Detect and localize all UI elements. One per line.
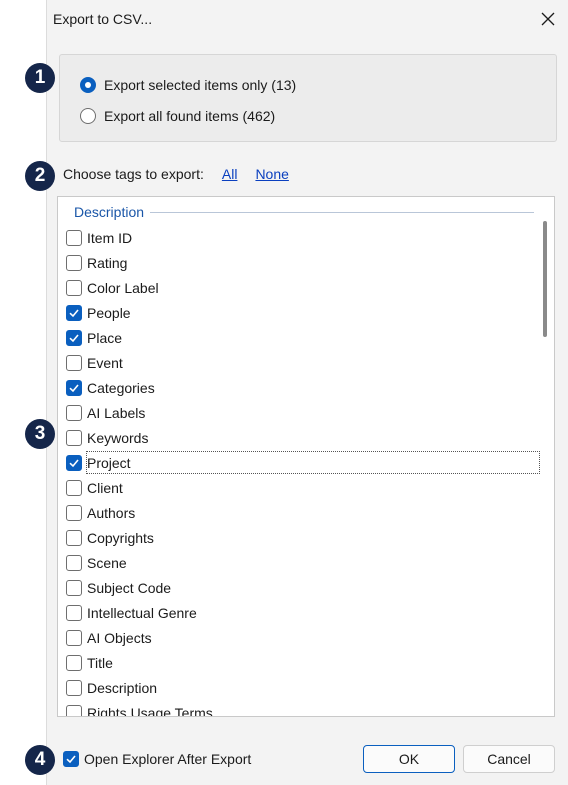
- open-explorer-check: [63, 751, 79, 767]
- tag-checkbox[interactable]: [66, 379, 82, 396]
- tag-checkbox[interactable]: [66, 554, 82, 571]
- choose-tags-row: Choose tags to export: All None: [63, 164, 289, 184]
- export-selected-label: Export selected items only (13): [104, 77, 297, 93]
- tag-item[interactable]: Client: [66, 475, 534, 500]
- title-bar: Export to CSV...: [47, 0, 568, 38]
- tag-item-label: People: [87, 304, 131, 321]
- export-scope-group: Export selected items only (13) Export a…: [59, 54, 557, 142]
- tag-checkbox[interactable]: [66, 354, 82, 371]
- tag-item[interactable]: Intellectual Genre: [66, 600, 534, 625]
- tag-item[interactable]: Event: [66, 350, 534, 375]
- tag-item[interactable]: Scene: [66, 550, 534, 575]
- tag-checkbox[interactable]: [66, 404, 82, 421]
- tag-item[interactable]: Project: [66, 450, 540, 475]
- checkmark-icon: [69, 383, 79, 392]
- tag-item-label: Intellectual Genre: [87, 604, 197, 621]
- tag-item[interactable]: Keywords: [66, 425, 534, 450]
- tag-checkbox[interactable]: [66, 629, 82, 646]
- tag-item-label: AI Objects: [87, 629, 152, 646]
- export-all-label: Export all found items (462): [104, 108, 276, 124]
- export-csv-dialog: Export to CSV... Export selected items o…: [46, 0, 568, 785]
- close-icon: [541, 12, 555, 26]
- tag-item-label: Client: [87, 479, 123, 496]
- export-selected-radio[interactable]: Export selected items only (13): [80, 74, 296, 96]
- tag-checkbox[interactable]: [66, 679, 82, 696]
- open-explorer-checkbox[interactable]: Open Explorer After Export: [63, 748, 251, 770]
- checkmark-icon: [69, 308, 79, 317]
- tag-item[interactable]: Item ID: [66, 225, 534, 250]
- tag-checkbox[interactable]: [66, 279, 82, 296]
- tag-item[interactable]: Description: [66, 675, 534, 700]
- step-badge-2: 2: [25, 161, 55, 191]
- group-header-divider: [150, 211, 534, 213]
- tag-items: Item ID Rating Color Label People Place Event…: [66, 225, 540, 717]
- tag-item[interactable]: Rating: [66, 250, 534, 275]
- ok-button-label: OK: [398, 751, 420, 767]
- tag-item-label: Categories: [87, 379, 155, 396]
- tag-item-label: Event: [87, 354, 123, 371]
- open-explorer-label: Open Explorer After Export: [84, 751, 252, 767]
- tag-item-label: Rights Usage Terms: [87, 704, 213, 717]
- tag-item-label: Description: [87, 679, 158, 696]
- tag-item-label: Item ID: [87, 229, 133, 246]
- tag-checkbox[interactable]: [66, 529, 82, 546]
- checkmark-icon: [69, 458, 79, 467]
- tag-item[interactable]: AI Objects: [66, 625, 534, 650]
- tag-item[interactable]: Title: [66, 650, 534, 675]
- tag-item-label: Rating: [87, 254, 128, 271]
- tag-item-label: Copyrights: [87, 529, 154, 546]
- tag-checkbox[interactable]: [66, 504, 82, 521]
- tag-item[interactable]: Subject Code: [66, 575, 534, 600]
- tag-item[interactable]: Place: [66, 325, 534, 350]
- radio-unselected-indicator: [80, 108, 96, 124]
- tag-checkbox[interactable]: [66, 429, 82, 446]
- tag-item[interactable]: Copyrights: [66, 525, 534, 550]
- tag-item-label: Title: [87, 654, 113, 671]
- tag-item-label: Authors: [87, 504, 136, 521]
- choose-tags-label: Choose tags to export:: [63, 166, 204, 182]
- tag-item-label: Subject Code: [87, 579, 172, 596]
- tag-checkbox[interactable]: [66, 454, 82, 471]
- select-none-link[interactable]: None: [255, 166, 288, 182]
- tag-checkbox[interactable]: [66, 654, 82, 671]
- vertical-scrollbar[interactable]: [539, 197, 553, 716]
- select-all-link[interactable]: All: [222, 166, 238, 182]
- tag-checkbox[interactable]: [66, 604, 82, 621]
- group-header-label: Description: [74, 204, 145, 220]
- tag-item[interactable]: AI Labels: [66, 400, 534, 425]
- tag-item[interactable]: People: [66, 300, 534, 325]
- tag-checkbox[interactable]: [66, 329, 82, 346]
- ok-button[interactable]: OK: [363, 745, 455, 773]
- radio-selected-indicator: [80, 77, 96, 93]
- checkmark-icon: [66, 755, 76, 764]
- export-all-radio[interactable]: Export all found items (462): [80, 105, 275, 127]
- tag-item[interactable]: Authors: [66, 500, 534, 525]
- tag-item-label: Color Label: [87, 279, 159, 296]
- scrollbar-thumb[interactable]: [543, 221, 547, 337]
- tag-checkbox[interactable]: [66, 704, 82, 716]
- tag-item-label: Scene: [87, 554, 127, 571]
- tag-item-label: AI Labels: [87, 404, 146, 421]
- cancel-button[interactable]: Cancel: [463, 745, 555, 773]
- tag-checkbox[interactable]: [66, 229, 82, 246]
- tag-checkbox[interactable]: [66, 579, 82, 596]
- tag-item-label: Place: [87, 329, 123, 346]
- group-header: Description: [74, 203, 534, 221]
- dialog-title: Export to CSV...: [53, 11, 153, 27]
- tag-checkbox[interactable]: [66, 304, 82, 321]
- cancel-button-label: Cancel: [487, 751, 531, 767]
- step-badge-3: 3: [25, 419, 55, 449]
- tag-item[interactable]: Rights Usage Terms: [66, 700, 534, 717]
- tag-item[interactable]: Color Label: [66, 275, 534, 300]
- tag-item-label: Project: [87, 454, 131, 471]
- tag-checkbox[interactable]: [66, 254, 82, 271]
- step-badge-1: 1: [25, 63, 55, 93]
- checkmark-icon: [69, 333, 79, 342]
- step-badge-4: 4: [25, 745, 55, 775]
- tag-item[interactable]: Categories: [66, 375, 534, 400]
- tag-checkbox[interactable]: [66, 479, 82, 496]
- tag-item-label: Keywords: [87, 429, 149, 446]
- tags-listbox[interactable]: Description Item ID Rating Color Label Peop…: [57, 196, 555, 717]
- close-button[interactable]: [533, 4, 563, 34]
